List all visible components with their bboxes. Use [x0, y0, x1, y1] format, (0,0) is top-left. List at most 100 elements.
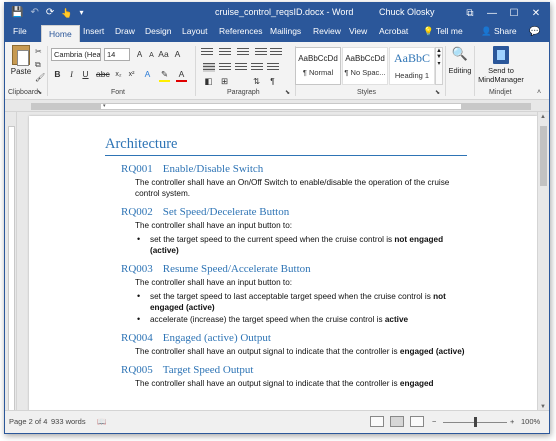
format-painter-icon[interactable]: 🖌: [35, 73, 45, 82]
paste-button[interactable]: Paste: [8, 45, 34, 76]
save-icon[interactable]: 💾: [11, 6, 23, 20]
document-area[interactable]: Architecture RQ001 Enable/Disable Switch …: [17, 112, 537, 412]
zoom-out-button[interactable]: −: [432, 417, 436, 426]
decrease-indent-icon[interactable]: [255, 48, 267, 57]
web-layout-icon[interactable]: [410, 416, 424, 427]
font-name-select[interactable]: Cambria (Hea: [51, 48, 101, 61]
sort-icon[interactable]: ⇅: [251, 76, 262, 87]
read-mode-icon[interactable]: [370, 416, 384, 427]
italic-icon[interactable]: I: [66, 69, 77, 80]
zoom-slider-thumb[interactable]: [474, 417, 477, 427]
align-center-icon[interactable]: [219, 63, 231, 72]
highlight-icon[interactable]: ✎: [159, 69, 170, 82]
strikethrough-icon[interactable]: abc: [96, 69, 110, 80]
borders-icon[interactable]: ⊞: [219, 76, 230, 87]
requirement-body[interactable]: The controller shall have an output sign…: [105, 378, 467, 389]
tab-insert[interactable]: Insert: [83, 26, 104, 36]
minimize-icon[interactable]: —: [481, 3, 503, 23]
clipboard-launcher-icon[interactable]: ⬊: [37, 89, 42, 96]
tab-mailings[interactable]: Mailings: [270, 26, 301, 36]
document-content[interactable]: Architecture RQ001 Enable/Disable Switch …: [105, 136, 467, 389]
requirement-name: Set Speed/Decelerate Button: [162, 206, 290, 218]
tab-draw[interactable]: Draw: [115, 26, 135, 36]
undo-icon[interactable]: ↶: [30, 6, 38, 20]
requirement-title[interactable]: RQ003 Resume Speed/Accelerate Button: [105, 263, 467, 275]
requirement-title[interactable]: RQ005 Target Speed Output: [105, 364, 467, 376]
indent-marker-icon[interactable]: ▾: [103, 103, 106, 109]
tab-design[interactable]: Design: [145, 26, 171, 36]
vertical-scrollbar[interactable]: ▲ ▼: [537, 112, 549, 412]
zoom-in-button[interactable]: +: [510, 417, 514, 426]
show-formatting-icon[interactable]: ¶: [267, 76, 278, 87]
requirement-title[interactable]: RQ001 Enable/Disable Switch: [105, 163, 467, 175]
close-icon[interactable]: ✕: [525, 3, 547, 23]
grow-font-icon[interactable]: A: [134, 49, 145, 60]
style-no-spacing[interactable]: AaBbCcDd ¶ No Spac...: [342, 47, 388, 85]
change-case-icon[interactable]: Aa: [158, 49, 169, 60]
tab-references[interactable]: References: [219, 26, 262, 36]
bold-icon[interactable]: B: [52, 69, 63, 80]
scroll-up-icon[interactable]: ▲: [540, 114, 546, 120]
clear-formatting-icon[interactable]: A: [172, 49, 183, 60]
style-normal[interactable]: AaBbCcDd ¶ Normal: [295, 47, 341, 85]
align-right-icon[interactable]: [235, 63, 247, 72]
multilevel-list-icon[interactable]: [237, 48, 249, 57]
tab-home[interactable]: Home: [41, 25, 80, 42]
paragraph-launcher-icon[interactable]: ⬊: [285, 89, 290, 96]
line-spacing-icon[interactable]: [267, 63, 279, 72]
tab-acrobat[interactable]: Acrobat: [379, 26, 408, 36]
touch-mode-icon[interactable]: 👆: [61, 6, 72, 20]
tab-layout[interactable]: Layout: [182, 26, 208, 36]
list-item[interactable]: set the target speed to the current spee…: [135, 234, 467, 256]
requirement-title[interactable]: RQ002 Set Speed/Decelerate Button: [105, 206, 467, 218]
send-to-mindmanager-button[interactable]: Send to MindManager: [476, 46, 526, 84]
document-page[interactable]: Architecture RQ001 Enable/Disable Switch …: [29, 116, 537, 412]
justify-icon[interactable]: [251, 63, 263, 72]
page-count[interactable]: Page 2 of 4: [9, 417, 47, 426]
increase-indent-icon[interactable]: [270, 48, 282, 57]
user-name[interactable]: Chuck Olosky: [379, 7, 435, 17]
style-heading-1[interactable]: AaBbC Heading 1: [389, 47, 435, 85]
cut-icon[interactable]: ✂: [35, 47, 42, 56]
collapse-ribbon-icon[interactable]: ˄: [537, 89, 541, 96]
font-size-select[interactable]: 14: [104, 48, 130, 61]
requirement-title[interactable]: RQ004 Engaged (active) Output: [105, 332, 467, 344]
requirement-body[interactable]: The controller shall have an On/Off Swit…: [105, 177, 467, 199]
heading-architecture[interactable]: Architecture: [105, 136, 467, 156]
ribbon-display-options-icon[interactable]: ⧉: [459, 3, 481, 23]
list-item[interactable]: accelerate (increase) the target speed w…: [135, 314, 467, 325]
maximize-icon[interactable]: ☐: [503, 3, 525, 23]
scroll-thumb[interactable]: [540, 126, 547, 186]
bullets-icon[interactable]: [201, 48, 213, 57]
horizontal-ruler[interactable]: ▾: [5, 100, 549, 112]
list-item[interactable]: set the target speed to last acceptable …: [135, 291, 467, 313]
superscript-icon[interactable]: x²: [126, 69, 137, 80]
numbering-icon[interactable]: [219, 48, 231, 57]
print-layout-icon[interactable]: [390, 416, 404, 427]
shrink-font-icon[interactable]: A: [146, 50, 157, 61]
underline-icon[interactable]: U: [80, 69, 91, 80]
customize-qat-icon[interactable]: ▾: [79, 6, 83, 20]
subscript-icon[interactable]: x₂: [113, 69, 124, 80]
align-left-icon[interactable]: [203, 63, 215, 72]
comments-icon[interactable]: 💬: [529, 26, 540, 37]
font-color-icon[interactable]: A: [176, 69, 187, 82]
editing-button[interactable]: 🔍 Editing: [447, 46, 473, 75]
styles-gallery-scroll[interactable]: ▲ ▼ ▾: [435, 47, 443, 85]
word-count[interactable]: 933 words: [51, 417, 86, 426]
tab-review[interactable]: Review: [313, 26, 341, 36]
tab-file[interactable]: File: [13, 26, 27, 36]
share-button[interactable]: 👤 Share: [481, 26, 517, 37]
text-effects-icon[interactable]: A: [142, 69, 153, 80]
requirement-body[interactable]: The controller shall have an input butto…: [105, 220, 467, 231]
redo-icon[interactable]: ⟳: [46, 6, 54, 20]
copy-icon[interactable]: ⧉: [35, 60, 41, 70]
tell-me-search[interactable]: 💡 Tell me: [423, 26, 463, 37]
proofing-icon[interactable]: 📖: [97, 417, 106, 426]
styles-launcher-icon[interactable]: ⬊: [435, 89, 440, 96]
zoom-level[interactable]: 100%: [521, 417, 540, 426]
tab-view[interactable]: View: [349, 26, 367, 36]
shading-icon[interactable]: ◧: [203, 76, 214, 87]
requirement-body[interactable]: The controller shall have an output sign…: [105, 346, 467, 357]
requirement-body[interactable]: The controller shall have an input butto…: [105, 277, 467, 288]
